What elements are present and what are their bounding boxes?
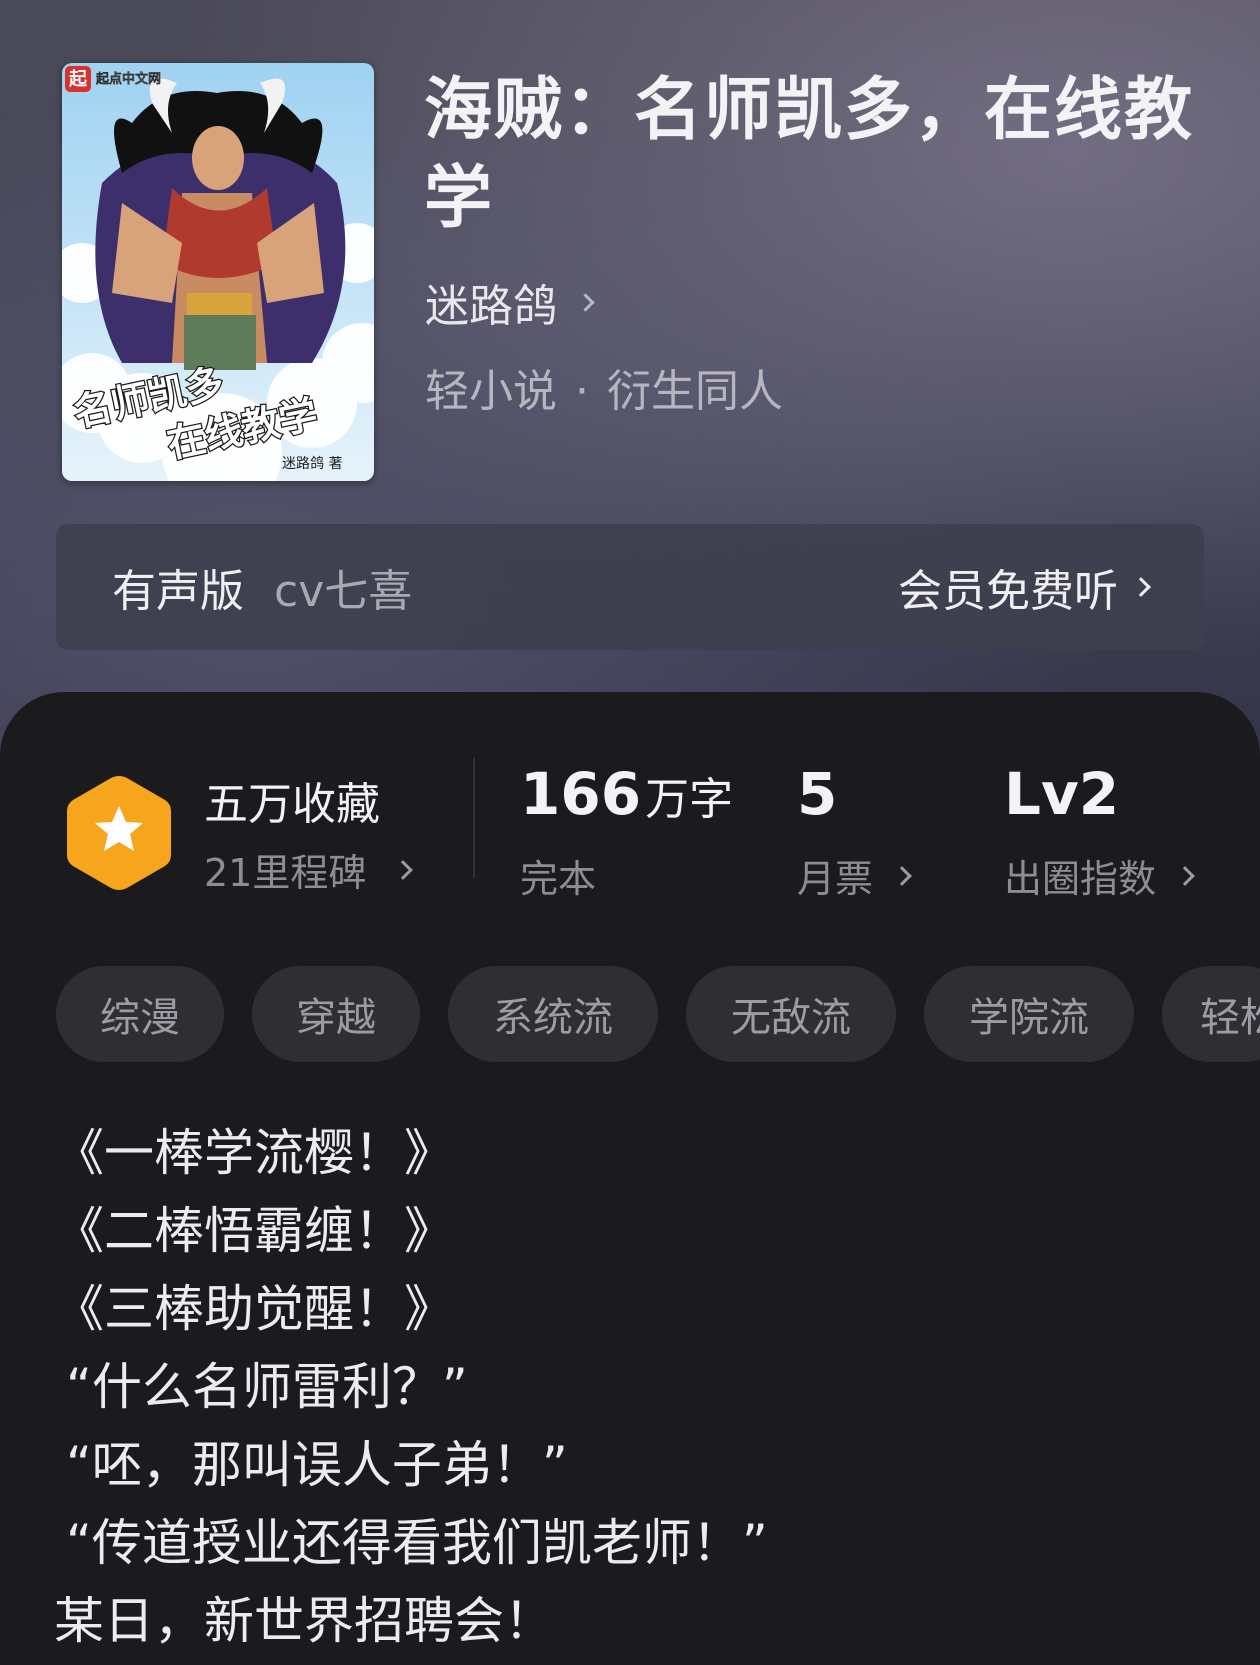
synopsis-line: 《三棒助觉醒！》 bbox=[54, 1280, 454, 1338]
tag-list: 综漫 穿越 系统流 无敌流 学院流 轻松 bbox=[56, 966, 1260, 1062]
synopsis-line: 《二棒悟霸缠！》 bbox=[54, 1202, 454, 1260]
audio-version-bar[interactable]: 有声版 cv七喜 会员免费听 bbox=[56, 524, 1204, 650]
tag-chip[interactable]: 综漫 bbox=[56, 966, 224, 1062]
milestones-link[interactable]: 21里程碑 bbox=[204, 842, 414, 897]
book-cover[interactable]: 起 起点中文网 名师凯多 在线教学 迷路鸽 著 bbox=[62, 63, 374, 481]
status-label: 完本 bbox=[520, 857, 597, 901]
genre-line: 轻小说 · 衍生同人 bbox=[425, 355, 783, 419]
word-count-unit: 万字 bbox=[645, 774, 734, 825]
synopsis[interactable]: 《一棒学流樱！》 《二棒悟霸缠！》 《三棒助觉醒！》 “什么名师雷利？” “呸，… bbox=[54, 1114, 1214, 1660]
audio-narrator: cv七喜 bbox=[274, 566, 413, 617]
tag-chip[interactable]: 系统流 bbox=[448, 966, 658, 1062]
cover-publisher: 起点中文网 bbox=[95, 71, 161, 87]
word-count: 166万字 bbox=[520, 760, 733, 828]
tag-chip[interactable]: 穿越 bbox=[252, 966, 420, 1062]
cover-publisher-logo: 起 bbox=[68, 68, 88, 90]
synopsis-line: “呸，那叫误人子弟！” bbox=[66, 1436, 568, 1494]
member-free-listen-button[interactable]: 会员免费听 bbox=[898, 555, 1151, 619]
stat-divider bbox=[473, 758, 475, 878]
monthly-votes-count: 5 bbox=[797, 760, 838, 828]
chevron-right-icon bbox=[1131, 577, 1151, 597]
synopsis-line: 《一棒学流樱！》 bbox=[54, 1124, 454, 1182]
star-hexagon-icon[interactable] bbox=[63, 772, 175, 894]
book-detail-page: 起 起点中文网 名师凯多 在线教学 迷路鸽 著 海贼：名师凯多，在线教学 迷路鸽… bbox=[0, 0, 1260, 1665]
level-label: 出圈指数 bbox=[1004, 857, 1157, 901]
tag-chip[interactable]: 无敌流 bbox=[686, 966, 896, 1062]
synopsis-line: “什么名师雷利？” bbox=[66, 1358, 468, 1416]
synopsis-line: 某日，新世界招聘会！ bbox=[54, 1592, 554, 1650]
monthly-votes-label: 月票 bbox=[797, 857, 874, 901]
cover-author-sign: 迷路鸽 著 bbox=[282, 455, 342, 472]
listen-label: 会员免费听 bbox=[898, 566, 1118, 617]
tag-chip[interactable]: 轻松 bbox=[1162, 966, 1260, 1062]
monthly-votes-link[interactable]: 月票 bbox=[797, 848, 912, 903]
author-link[interactable]: 迷路鸽 bbox=[425, 270, 595, 334]
separator-dot: · bbox=[575, 366, 589, 417]
chevron-right-icon bbox=[892, 865, 912, 886]
book-title: 海贼：名师凯多，在线教学 bbox=[424, 70, 1195, 238]
level-link[interactable]: 出圈指数 bbox=[1004, 848, 1195, 903]
subcategory: 衍生同人 bbox=[607, 366, 783, 417]
audio-label: 有声版 bbox=[112, 566, 244, 617]
completion-status: 完本 bbox=[520, 848, 596, 903]
level-value: Lv2 bbox=[1004, 760, 1120, 828]
chevron-right-icon bbox=[576, 292, 595, 312]
tag-chip[interactable]: 学院流 bbox=[924, 966, 1134, 1062]
chevron-right-icon bbox=[1175, 865, 1195, 886]
milestones-label: 21里程碑 bbox=[204, 851, 367, 895]
word-count-number: 166 bbox=[520, 760, 642, 828]
synopsis-line: “传道授业还得看我们凯老师！” bbox=[66, 1514, 768, 1572]
favorites-count: 五万收藏 bbox=[204, 779, 380, 830]
author-name: 迷路鸽 bbox=[425, 281, 557, 332]
chevron-right-icon bbox=[393, 859, 414, 880]
category: 轻小说 bbox=[425, 366, 557, 417]
